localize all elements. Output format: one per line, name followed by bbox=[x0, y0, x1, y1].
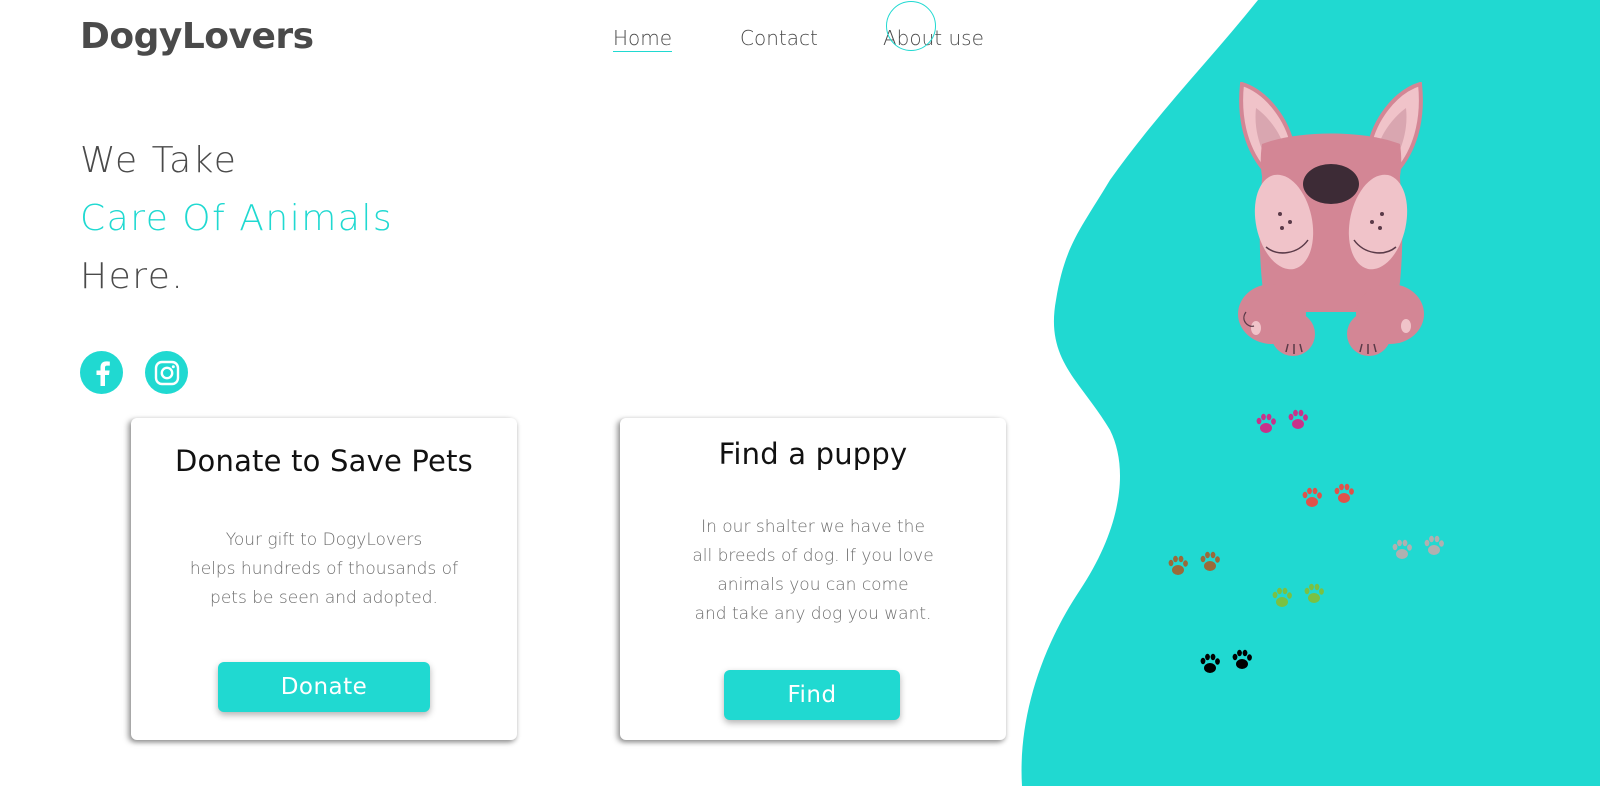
find-card-text: In our shalter we have the all breeds of… bbox=[620, 513, 1006, 629]
nav-link-home[interactable]: Home bbox=[613, 26, 673, 52]
find-text-line: animals you can come bbox=[717, 575, 909, 595]
paw-icon bbox=[1334, 483, 1354, 503]
hero-line-1: We Take bbox=[80, 140, 238, 181]
hero-line-2: Care Of Animals bbox=[80, 198, 394, 239]
donate-card-title: Donate to Save Pets bbox=[175, 444, 473, 478]
paw-icon bbox=[1302, 487, 1322, 507]
nav-link-contact[interactable]: Contact bbox=[740, 26, 818, 50]
paw-icon bbox=[1304, 583, 1324, 603]
paw-icon bbox=[1168, 555, 1188, 575]
paw-icon bbox=[1200, 653, 1220, 673]
donate-card: Donate to Save Pets Your gift to DogyLov… bbox=[131, 418, 517, 740]
find-button[interactable]: Find bbox=[724, 670, 900, 720]
donate-text-line: Your gift to DogyLovers bbox=[225, 530, 423, 550]
brand-logo[interactable]: DogyLovers bbox=[80, 16, 314, 57]
donate-text-line: pets be seen and adopted. bbox=[210, 588, 438, 608]
donate-text-line: helps hundreds of thousands of bbox=[189, 559, 459, 579]
hero-line-3: Here. bbox=[80, 256, 185, 297]
find-puppy-card: Find a puppy In our shalter we have the … bbox=[620, 418, 1006, 740]
instagram-icon[interactable] bbox=[145, 351, 188, 394]
paw-icon bbox=[1272, 587, 1292, 607]
donate-card-text: Your gift to DogyLovers helps hundreds o… bbox=[131, 526, 517, 613]
social-links bbox=[80, 351, 188, 394]
find-text-line: all breeds of dog. If you love bbox=[692, 546, 934, 566]
paw-icon bbox=[1288, 409, 1308, 429]
paw-icon bbox=[1232, 649, 1252, 669]
find-text-line: In our shalter we have the bbox=[701, 517, 925, 537]
paw-icon bbox=[1256, 413, 1276, 433]
hero-heading: We Take Care Of Animals Here. bbox=[80, 132, 393, 306]
paw-icon bbox=[1392, 539, 1412, 559]
facebook-icon[interactable] bbox=[80, 351, 123, 394]
paw-icon bbox=[1424, 535, 1444, 555]
find-text-line: and take any dog you want. bbox=[694, 604, 932, 624]
find-card-title: Find a puppy bbox=[718, 437, 908, 471]
cursor-ring bbox=[886, 1, 936, 51]
donate-button[interactable]: Donate bbox=[218, 662, 430, 712]
paw-icon bbox=[1200, 551, 1220, 571]
